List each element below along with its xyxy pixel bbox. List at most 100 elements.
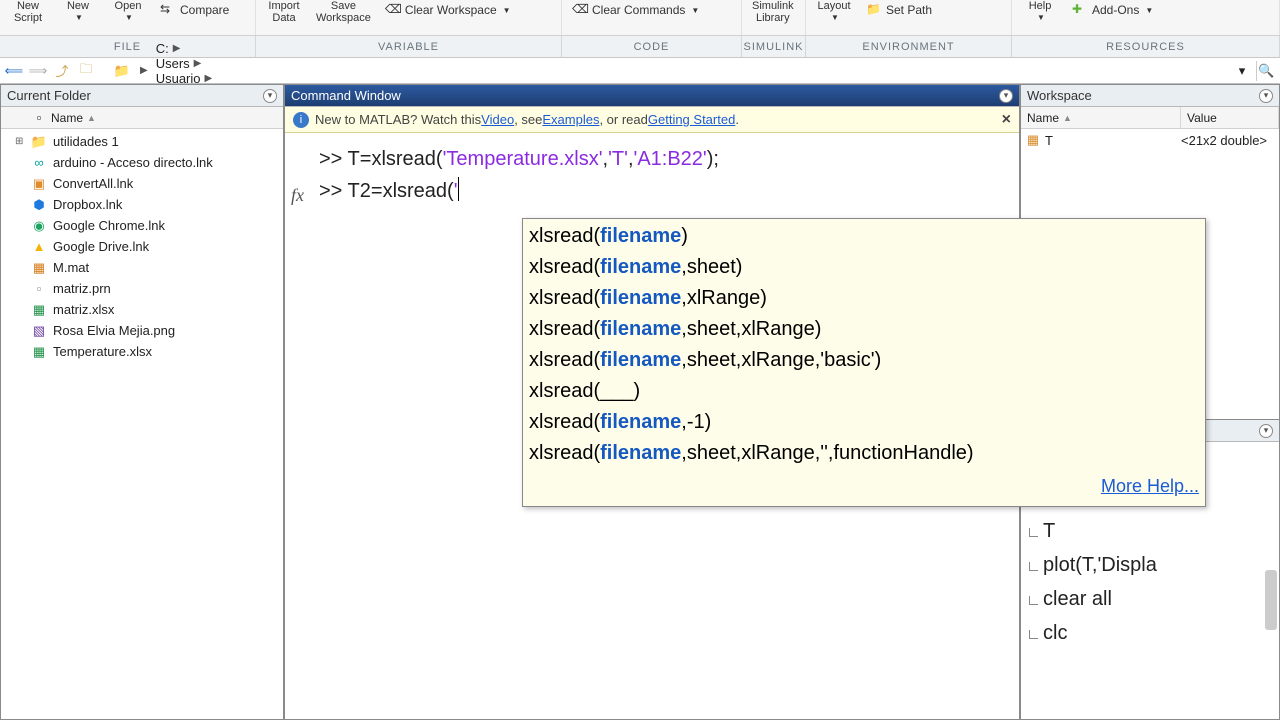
import-data-button[interactable]: ImportData [262,0,306,24]
addons-button[interactable]: ✚ Add-Ons ▼ [1068,0,1157,20]
cmd-string: 'T' [608,148,628,170]
cmd-text: >> T2=xlsread( [319,180,454,202]
help-button[interactable]: Help▼ [1018,0,1062,24]
chevron-down-icon: ▼ [689,6,699,15]
file-name: ConvertAll.lnk [53,176,133,191]
file-name: M.mat [53,260,89,275]
clear-workspace-icon: ⌫ [385,2,401,18]
new-script-button[interactable]: NewScript [6,0,50,24]
cmd-string: 'Temperature.xlsx' [443,148,603,170]
file-icon: ▦ [31,344,47,360]
close-banner-button[interactable]: × [1002,111,1011,129]
file-icon: ⬢ [31,197,47,213]
history-line[interactable]: plot(T,'Displa [1043,548,1279,582]
fx-icon[interactable]: fx [291,179,304,211]
address-bar: ⟸ ⟹ ⤴ 🗀 📁 ▶ C:▶Users▶Usuario▶Desktop▶ ▾ … [0,58,1280,84]
crumb-sep: ▶ [136,65,152,76]
browse-folder-button[interactable]: 🗀 [76,61,96,81]
back-button[interactable]: ⟸ [4,61,24,81]
folder-icon: 📁 [112,61,132,81]
file-row[interactable]: ▲Google Drive.lnk [1,236,283,257]
function-hint-tooltip[interactable]: xlsread(filename)xlsread(filename,sheet)… [522,218,1206,507]
file-row[interactable]: ▣ConvertAll.lnk [1,173,283,194]
panel-actions-icon[interactable]: ▾ [1259,424,1273,438]
chevron-down-icon: ▼ [73,12,83,24]
command-window-title[interactable]: Command Window ▾ [285,85,1019,107]
clear-workspace-button[interactable]: ⌫ Clear Workspace ▼ [381,0,515,20]
hint-row[interactable]: xlsread(filename,sheet,xlRange,'',functi… [529,438,1199,469]
crumb[interactable]: C:▶ [156,41,219,56]
current-folder-header[interactable]: ▫ Name ▲ [1,107,283,129]
file-row[interactable]: ◉ Google Chrome.lnk [1,215,283,236]
file-icon: ▧ [31,323,47,339]
file-row[interactable]: ▧ Rosa Elvia Mejia.png [1,320,283,341]
file-row[interactable]: ▦M.mat [1,257,283,278]
workspace-title[interactable]: Workspace ▾ [1021,85,1279,107]
crumb[interactable]: Users▶ [156,56,219,71]
up-folder-button[interactable]: ⤴ [52,61,72,81]
hint-row[interactable]: xlsread(filename,sheet,xlRange) [529,314,1199,345]
banner-link-video[interactable]: Video [481,112,514,127]
banner-text: , see [514,112,542,127]
file-name: Rosa Elvia Mejia.png [53,323,175,338]
scrollbar[interactable] [1265,570,1277,630]
chevron-down-icon: ▼ [829,12,839,24]
hint-row[interactable]: xlsread(filename,sheet,xlRange,'basic') [529,345,1199,376]
save-workspace-button[interactable]: SaveWorkspace [312,0,375,24]
file-name: matriz.xlsx [53,302,114,317]
forward-button[interactable]: ⟹ [28,61,48,81]
file-row[interactable]: ▦matriz.xlsx [1,299,283,320]
workspace-row[interactable]: ▦T<21x2 double> [1021,129,1279,151]
clear-commands-button[interactable]: ⌫ Clear Commands ▼ [568,0,703,20]
toolgroup-code: ⌫ Clear Commands ▼ [562,0,742,35]
cmd-text: ); [707,148,719,170]
banner-link-getting-started[interactable]: Getting Started [648,112,735,127]
file-row[interactable]: ∞arduino - Acceso directo.lnk [1,152,283,173]
hint-row[interactable]: xlsread(filename,-1) [529,407,1199,438]
history-line[interactable]: clear all [1043,582,1279,616]
panel-actions-icon[interactable]: ▾ [999,89,1013,103]
file-icon: ◉ [31,218,47,234]
new-button[interactable]: New▼ [56,0,100,24]
toolgroup-variable: ImportData SaveWorkspace ⌫ Clear Workspa… [256,0,562,35]
history-line[interactable]: T [1043,514,1279,548]
file-row[interactable]: ⬢Dropbox.lnk [1,194,283,215]
set-path-button[interactable]: 📁 Set Path [862,0,936,20]
history-line[interactable]: clc [1043,616,1279,650]
file-name: arduino - Acceso directo.lnk [53,155,213,170]
clear-commands-icon: ⌫ [572,2,588,18]
open-button[interactable]: Open▼ [106,0,150,24]
panel-actions-icon[interactable]: ▾ [263,89,277,103]
address-dropdown[interactable]: ▾ [1232,61,1252,81]
cmd-string: 'A1:B22' [634,148,707,170]
file-row[interactable]: ⊞📁utilidades 1 [1,131,283,152]
hint-row[interactable]: xlsread(filename) [529,221,1199,252]
file-icon: ▫ [31,281,47,297]
layout-button[interactable]: Layout▼ [812,0,856,24]
search-icon[interactable]: 🔍 [1256,61,1276,81]
banner-link-examples[interactable]: Examples [542,112,599,127]
panel-actions-icon[interactable]: ▾ [1259,89,1273,103]
chevron-down-icon: ▼ [1143,6,1153,15]
current-folder-title[interactable]: Current Folder ▾ [1,85,283,107]
file-name: Google Chrome.lnk [53,218,165,233]
hint-row[interactable]: xlsread(___) [529,376,1199,407]
workspace-header[interactable]: Name▲ Value [1021,107,1279,129]
file-icon: 📁 [31,134,47,150]
file-name: matriz.prn [53,281,111,296]
file-row[interactable]: ▫ matriz.prn [1,278,283,299]
file-row[interactable]: ▦Temperature.xlsx [1,341,283,362]
section-simulink: SIMULINK [742,36,806,57]
more-help-link[interactable]: More Help... [529,469,1199,502]
banner-text: New to MATLAB? Watch this [315,112,481,127]
info-icon: i [293,112,309,128]
toolgroup-environment: Layout▼ 📁 Set Path [806,0,1012,35]
section-resources: RESOURCES [1012,36,1280,57]
hint-row[interactable]: xlsread(filename,xlRange) [529,283,1199,314]
file-icon: ▲ [31,239,47,255]
compare-button[interactable]: ⇆ Compare [156,0,233,20]
hint-row[interactable]: xlsread(filename,sheet) [529,252,1199,283]
variable-icon: ▦ [1025,132,1041,148]
simulink-library-button[interactable]: SimulinkLibrary [748,0,798,24]
compare-icon: ⇆ [160,2,176,18]
